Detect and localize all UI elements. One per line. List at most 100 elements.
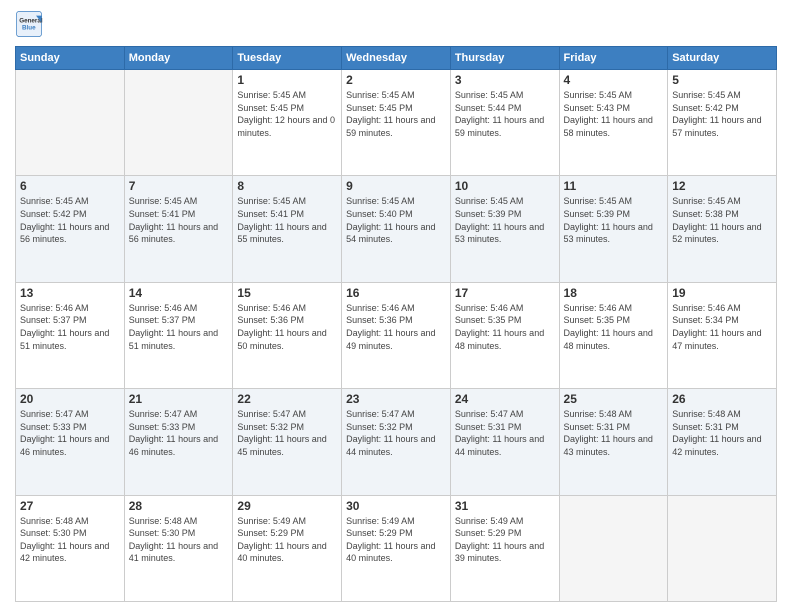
day-info: Sunrise: 5:47 AM Sunset: 5:33 PM Dayligh… [129, 408, 229, 458]
day-info: Sunrise: 5:48 AM Sunset: 5:30 PM Dayligh… [129, 515, 229, 565]
day-number: 4 [564, 73, 664, 87]
sunrise-text: Sunrise: 5:47 AM [129, 408, 229, 421]
day-info: Sunrise: 5:46 AM Sunset: 5:34 PM Dayligh… [672, 302, 772, 352]
calendar-cell: 30 Sunrise: 5:49 AM Sunset: 5:29 PM Dayl… [342, 495, 451, 601]
sunrise-text: Sunrise: 5:48 AM [20, 515, 120, 528]
sunrise-text: Sunrise: 5:45 AM [564, 195, 664, 208]
daylight-text: Daylight: 11 hours and 44 minutes. [455, 433, 555, 458]
calendar-header-wednesday: Wednesday [342, 47, 451, 70]
daylight-text: Daylight: 11 hours and 40 minutes. [237, 540, 337, 565]
day-number: 5 [672, 73, 772, 87]
calendar-week-row: 13 Sunrise: 5:46 AM Sunset: 5:37 PM Dayl… [16, 282, 777, 388]
sunset-text: Sunset: 5:36 PM [346, 314, 446, 327]
calendar-cell: 24 Sunrise: 5:47 AM Sunset: 5:31 PM Dayl… [450, 389, 559, 495]
daylight-text: Daylight: 11 hours and 58 minutes. [564, 114, 664, 139]
daylight-text: Daylight: 11 hours and 42 minutes. [672, 433, 772, 458]
sunset-text: Sunset: 5:37 PM [20, 314, 120, 327]
daylight-text: Daylight: 11 hours and 48 minutes. [564, 327, 664, 352]
daylight-text: Daylight: 11 hours and 48 minutes. [455, 327, 555, 352]
day-info: Sunrise: 5:46 AM Sunset: 5:36 PM Dayligh… [237, 302, 337, 352]
sunrise-text: Sunrise: 5:45 AM [455, 89, 555, 102]
calendar-cell: 27 Sunrise: 5:48 AM Sunset: 5:30 PM Dayl… [16, 495, 125, 601]
calendar-header-tuesday: Tuesday [233, 47, 342, 70]
sunrise-text: Sunrise: 5:46 AM [20, 302, 120, 315]
calendar-cell: 21 Sunrise: 5:47 AM Sunset: 5:33 PM Dayl… [124, 389, 233, 495]
calendar-cell: 2 Sunrise: 5:45 AM Sunset: 5:45 PM Dayli… [342, 70, 451, 176]
day-number: 8 [237, 179, 337, 193]
calendar-cell [559, 495, 668, 601]
daylight-text: Daylight: 11 hours and 51 minutes. [20, 327, 120, 352]
daylight-text: Daylight: 11 hours and 59 minutes. [455, 114, 555, 139]
header: General Blue [15, 10, 777, 38]
sunrise-text: Sunrise: 5:46 AM [129, 302, 229, 315]
sunset-text: Sunset: 5:29 PM [237, 527, 337, 540]
calendar-cell: 16 Sunrise: 5:46 AM Sunset: 5:36 PM Dayl… [342, 282, 451, 388]
sunrise-text: Sunrise: 5:46 AM [564, 302, 664, 315]
logo: General Blue [15, 10, 43, 38]
day-info: Sunrise: 5:45 AM Sunset: 5:42 PM Dayligh… [20, 195, 120, 245]
daylight-text: Daylight: 11 hours and 55 minutes. [237, 221, 337, 246]
sunrise-text: Sunrise: 5:47 AM [455, 408, 555, 421]
day-info: Sunrise: 5:45 AM Sunset: 5:41 PM Dayligh… [237, 195, 337, 245]
sunset-text: Sunset: 5:32 PM [237, 421, 337, 434]
day-number: 15 [237, 286, 337, 300]
daylight-text: Daylight: 11 hours and 46 minutes. [129, 433, 229, 458]
day-info: Sunrise: 5:49 AM Sunset: 5:29 PM Dayligh… [455, 515, 555, 565]
day-info: Sunrise: 5:46 AM Sunset: 5:36 PM Dayligh… [346, 302, 446, 352]
calendar-cell: 12 Sunrise: 5:45 AM Sunset: 5:38 PM Dayl… [668, 176, 777, 282]
sunset-text: Sunset: 5:29 PM [455, 527, 555, 540]
calendar-cell: 20 Sunrise: 5:47 AM Sunset: 5:33 PM Dayl… [16, 389, 125, 495]
sunset-text: Sunset: 5:40 PM [346, 208, 446, 221]
day-number: 13 [20, 286, 120, 300]
sunrise-text: Sunrise: 5:47 AM [20, 408, 120, 421]
calendar-table: SundayMondayTuesdayWednesdayThursdayFrid… [15, 46, 777, 602]
daylight-text: Daylight: 11 hours and 41 minutes. [129, 540, 229, 565]
calendar-cell [668, 495, 777, 601]
calendar-cell: 1 Sunrise: 5:45 AM Sunset: 5:45 PM Dayli… [233, 70, 342, 176]
day-number: 2 [346, 73, 446, 87]
day-number: 30 [346, 499, 446, 513]
sunset-text: Sunset: 5:31 PM [672, 421, 772, 434]
sunrise-text: Sunrise: 5:47 AM [346, 408, 446, 421]
day-info: Sunrise: 5:45 AM Sunset: 5:39 PM Dayligh… [564, 195, 664, 245]
day-info: Sunrise: 5:47 AM Sunset: 5:32 PM Dayligh… [346, 408, 446, 458]
day-info: Sunrise: 5:46 AM Sunset: 5:37 PM Dayligh… [129, 302, 229, 352]
day-info: Sunrise: 5:48 AM Sunset: 5:31 PM Dayligh… [564, 408, 664, 458]
calendar-cell: 26 Sunrise: 5:48 AM Sunset: 5:31 PM Dayl… [668, 389, 777, 495]
sunrise-text: Sunrise: 5:46 AM [237, 302, 337, 315]
day-info: Sunrise: 5:48 AM Sunset: 5:31 PM Dayligh… [672, 408, 772, 458]
sunset-text: Sunset: 5:33 PM [129, 421, 229, 434]
day-info: Sunrise: 5:45 AM Sunset: 5:43 PM Dayligh… [564, 89, 664, 139]
sunrise-text: Sunrise: 5:45 AM [455, 195, 555, 208]
calendar-cell: 7 Sunrise: 5:45 AM Sunset: 5:41 PM Dayli… [124, 176, 233, 282]
sunset-text: Sunset: 5:39 PM [455, 208, 555, 221]
calendar-cell [16, 70, 125, 176]
sunset-text: Sunset: 5:30 PM [20, 527, 120, 540]
sunset-text: Sunset: 5:43 PM [564, 102, 664, 115]
day-info: Sunrise: 5:45 AM Sunset: 5:38 PM Dayligh… [672, 195, 772, 245]
day-info: Sunrise: 5:46 AM Sunset: 5:35 PM Dayligh… [455, 302, 555, 352]
daylight-text: Daylight: 11 hours and 54 minutes. [346, 221, 446, 246]
day-number: 24 [455, 392, 555, 406]
sunrise-text: Sunrise: 5:45 AM [346, 89, 446, 102]
sunset-text: Sunset: 5:41 PM [129, 208, 229, 221]
daylight-text: Daylight: 11 hours and 47 minutes. [672, 327, 772, 352]
calendar-week-row: 27 Sunrise: 5:48 AM Sunset: 5:30 PM Dayl… [16, 495, 777, 601]
calendar-cell: 8 Sunrise: 5:45 AM Sunset: 5:41 PM Dayli… [233, 176, 342, 282]
sunset-text: Sunset: 5:29 PM [346, 527, 446, 540]
sunset-text: Sunset: 5:45 PM [346, 102, 446, 115]
day-info: Sunrise: 5:45 AM Sunset: 5:44 PM Dayligh… [455, 89, 555, 139]
sunrise-text: Sunrise: 5:45 AM [564, 89, 664, 102]
sunset-text: Sunset: 5:31 PM [455, 421, 555, 434]
daylight-text: Daylight: 11 hours and 56 minutes. [20, 221, 120, 246]
sunset-text: Sunset: 5:33 PM [20, 421, 120, 434]
sunrise-text: Sunrise: 5:45 AM [672, 89, 772, 102]
day-number: 20 [20, 392, 120, 406]
daylight-text: Daylight: 11 hours and 53 minutes. [455, 221, 555, 246]
sunset-text: Sunset: 5:32 PM [346, 421, 446, 434]
sunrise-text: Sunrise: 5:49 AM [455, 515, 555, 528]
page: General Blue SundayMondayTuesdayWednesda… [0, 0, 792, 612]
day-number: 7 [129, 179, 229, 193]
daylight-text: Daylight: 11 hours and 39 minutes. [455, 540, 555, 565]
daylight-text: Daylight: 11 hours and 43 minutes. [564, 433, 664, 458]
